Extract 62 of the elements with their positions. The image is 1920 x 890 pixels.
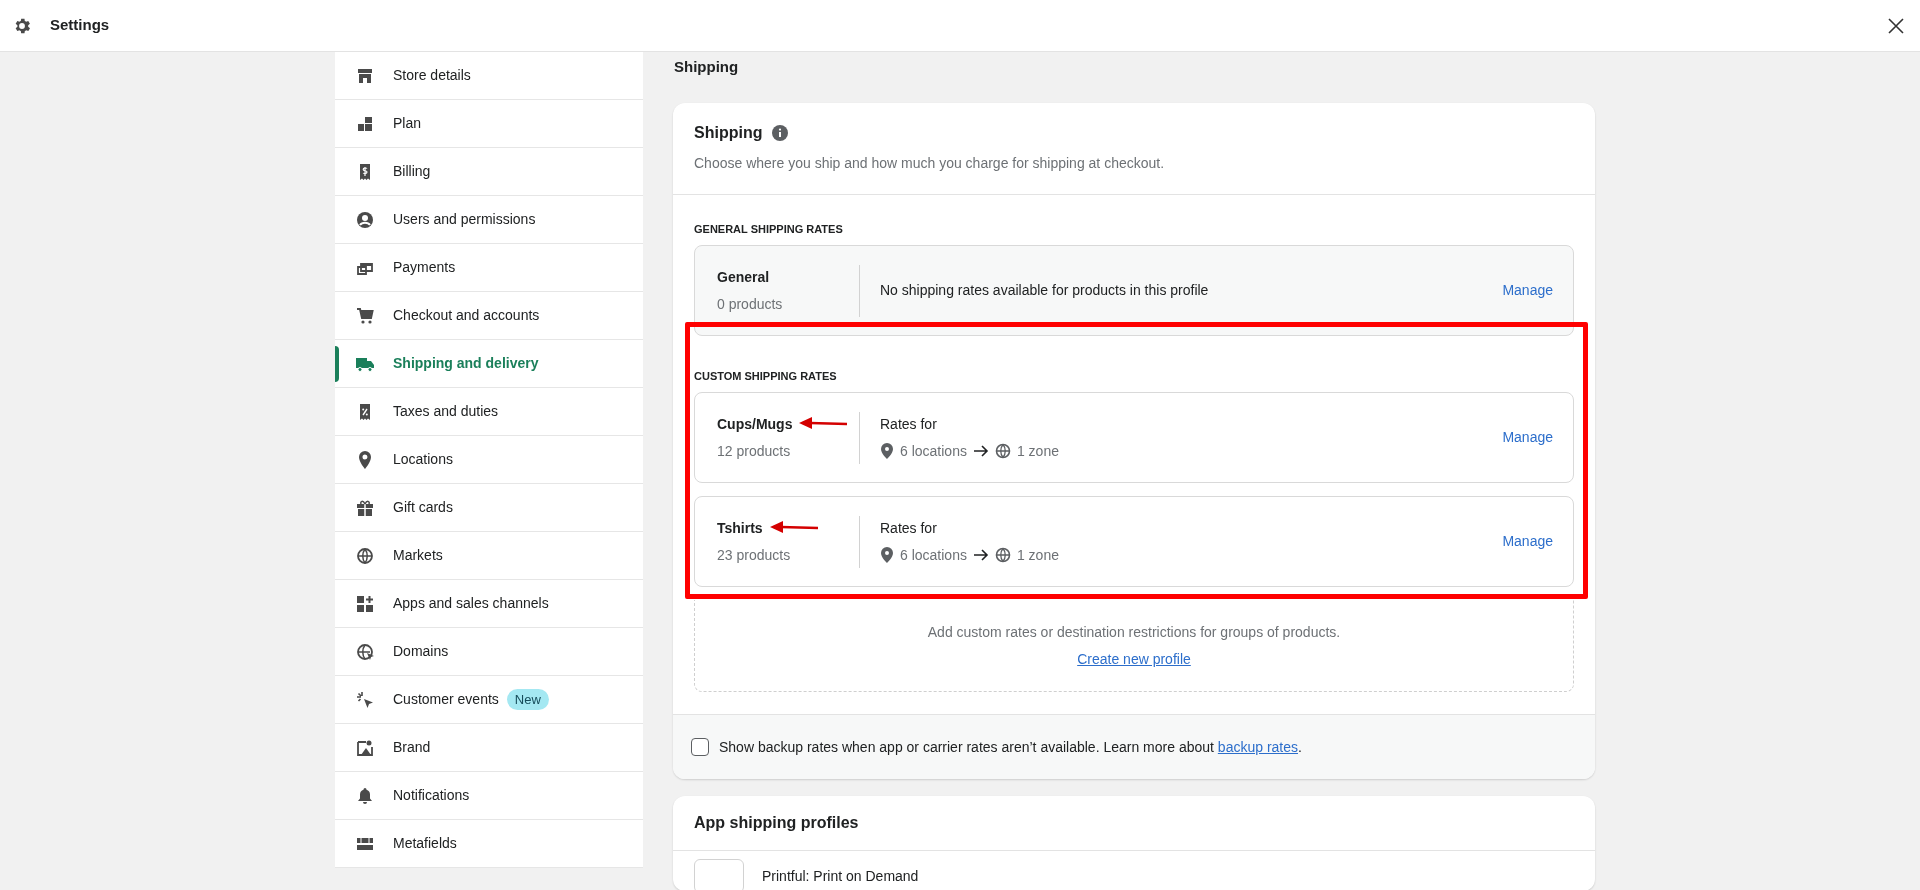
locations-count: 6 locations bbox=[900, 545, 967, 565]
page-title: Shipping bbox=[673, 57, 740, 77]
arrow-right-icon bbox=[972, 444, 989, 458]
sidebar-item[interactable]: Metafields bbox=[335, 820, 643, 868]
card-title: Shipping bbox=[694, 123, 763, 143]
create-profile-hint: Add custom rates or destination restrictions for groups of products. bbox=[927, 622, 1341, 642]
backup-rates-link[interactable]: backup rates bbox=[1217, 738, 1298, 755]
map-pin-icon bbox=[880, 547, 894, 563]
backup-rates-label: Show backup rates when app or carrier rates aren’t available. Learn more about backup rates. bbox=[719, 737, 1302, 757]
sidebar-item[interactable]: Plan bbox=[335, 100, 643, 148]
locations-count: 6 locations bbox=[900, 441, 967, 461]
sidebar-item[interactable]: Markets bbox=[335, 532, 643, 580]
globe-icon bbox=[994, 547, 1011, 563]
sidebar-item[interactable]: Gift cards bbox=[335, 484, 643, 532]
profile-name: Cups/Mugs bbox=[717, 414, 793, 434]
manage-link[interactable]: Manage bbox=[1502, 280, 1553, 301]
card-description: Choose where you ship and how much you charge for shipping at checkout. bbox=[694, 154, 1166, 173]
create-profile-link[interactable]: Create new profile bbox=[1077, 648, 1191, 670]
bell-icon bbox=[355, 785, 375, 806]
product-count: 12 products bbox=[717, 441, 792, 461]
sidebar-item[interactable]: Store details bbox=[335, 52, 643, 100]
checkbox[interactable] bbox=[691, 738, 709, 756]
app-name: Printful: Print on Demand bbox=[762, 866, 919, 886]
sidebar-item[interactable]: Apps and sales channels bbox=[335, 580, 643, 628]
sidebar-item[interactable]: Billing bbox=[335, 148, 643, 196]
sidebar-item[interactable]: Taxes and duties bbox=[335, 388, 643, 436]
zones-count: 1 zone bbox=[1016, 441, 1059, 461]
sidebar-item[interactable]: Shipping and delivery bbox=[335, 340, 643, 388]
arrow-right-icon bbox=[972, 548, 989, 562]
cursor-click-icon bbox=[355, 689, 375, 710]
manage-link[interactable]: Manage bbox=[1502, 427, 1553, 448]
window-title: Settings bbox=[50, 15, 110, 36]
active-indicator bbox=[335, 346, 339, 382]
product-count: 0 products bbox=[717, 294, 784, 314]
sidebar-item[interactable]: Customer events New bbox=[335, 676, 643, 724]
product-count: 23 products bbox=[717, 545, 792, 565]
profile-name: Tshirts bbox=[717, 518, 763, 538]
user-circle-icon bbox=[355, 209, 375, 230]
globe-icon bbox=[355, 545, 375, 566]
globe-cursor-icon bbox=[355, 641, 375, 662]
new-badge: New bbox=[506, 688, 549, 711]
sidebar-item[interactable]: Notifications bbox=[335, 772, 643, 820]
globe-icon bbox=[994, 443, 1011, 459]
sidebar-item[interactable]: Domains bbox=[335, 628, 643, 676]
rates-label: Rates for bbox=[880, 414, 938, 434]
map-pin-icon bbox=[880, 443, 894, 459]
sidebar-item[interactable]: Locations bbox=[335, 436, 643, 484]
apps-plus-icon bbox=[355, 593, 375, 614]
card-title: App shipping profiles bbox=[694, 813, 859, 833]
profile-summary: No shipping rates available for products in this profile bbox=[880, 281, 1210, 300]
cart-icon bbox=[355, 305, 375, 326]
section-heading: GENERAL SHIPPING RATES bbox=[694, 222, 844, 237]
section-heading: CUSTOM SHIPPING RATES bbox=[694, 369, 838, 384]
rates-label: Rates for bbox=[880, 518, 938, 538]
sidebar-item[interactable]: Payments bbox=[335, 244, 643, 292]
sidebar-item[interactable]: Checkout and accounts bbox=[335, 292, 643, 340]
manage-link[interactable]: Manage bbox=[1502, 531, 1553, 552]
sidebar-item[interactable]: Brand bbox=[335, 724, 643, 772]
info-icon[interactable] bbox=[772, 125, 789, 141]
zones-count: 1 zone bbox=[1016, 545, 1059, 565]
profile-name: General bbox=[717, 267, 770, 287]
sidebar-item[interactable]: Users and permissions bbox=[335, 196, 643, 244]
